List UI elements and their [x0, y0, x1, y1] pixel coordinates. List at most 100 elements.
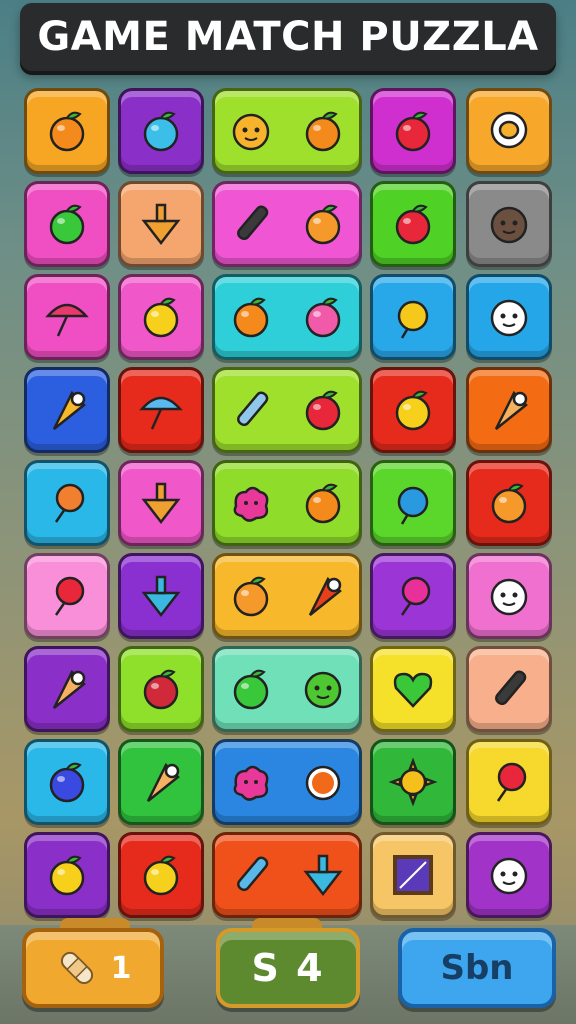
- blue-fruit-icon: [143, 111, 179, 152]
- ice-cream-cone-icon: [52, 669, 86, 709]
- paint-brush-icon: [495, 670, 527, 706]
- panda-face-icon: [490, 857, 528, 895]
- green-apple-icon: [233, 669, 269, 710]
- board-tile[interactable]: [24, 460, 110, 546]
- spray-can-icon: [237, 391, 269, 427]
- board-tile[interactable]: [118, 646, 204, 732]
- board-tile[interactable]: [118, 274, 204, 360]
- orange-lollipop-icon: [54, 483, 85, 523]
- spinning-top-icon: [141, 203, 181, 246]
- board-tile[interactable]: [212, 88, 362, 174]
- board-tile[interactable]: [370, 274, 456, 360]
- pink-lollipop-icon: [400, 576, 431, 616]
- board-tile[interactable]: [370, 88, 456, 174]
- board-tile[interactable]: [118, 460, 204, 546]
- smiley-blob-icon: [232, 113, 270, 151]
- spinning-top-icon: [141, 482, 181, 525]
- board-tile[interactable]: [466, 646, 552, 732]
- yellow-mango-icon: [143, 855, 179, 896]
- yellow-apple-icon: [143, 297, 179, 338]
- yellow-candy-icon: [397, 300, 429, 339]
- board-tile[interactable]: [370, 367, 456, 453]
- pink-apple-icon: [305, 297, 341, 338]
- syringe-icon: [237, 856, 269, 892]
- board-tile[interactable]: [370, 181, 456, 267]
- paint-brush-icon: [237, 205, 269, 241]
- sun-icon: [388, 757, 438, 807]
- game-board: [0, 0, 576, 1024]
- board-tile[interactable]: [212, 832, 362, 918]
- board-tile[interactable]: [212, 646, 362, 732]
- board-tile[interactable]: [370, 832, 456, 918]
- mango-icon: [491, 483, 527, 524]
- red-carrot-icon: [308, 576, 342, 616]
- board-tile[interactable]: [212, 460, 362, 546]
- score-button[interactable]: S 4: [216, 928, 360, 1008]
- board-tile[interactable]: [212, 553, 362, 639]
- board-tile[interactable]: [118, 832, 204, 918]
- board-tile[interactable]: [466, 181, 552, 267]
- board-tile[interactable]: [24, 739, 110, 825]
- pink-blob-icon: [233, 765, 269, 801]
- board-tile[interactable]: [118, 739, 204, 825]
- board-tile[interactable]: [466, 553, 552, 639]
- board-tile[interactable]: [466, 739, 552, 825]
- board-tile[interactable]: [118, 367, 204, 453]
- spin-label: Sbn: [440, 948, 514, 988]
- pink-blob-icon: [233, 486, 269, 522]
- board-tile[interactable]: [466, 460, 552, 546]
- panda-face-icon: [490, 299, 528, 337]
- board-tile[interactable]: [118, 181, 204, 267]
- bandage-icon: [60, 951, 93, 985]
- ice-cream-icon: [494, 390, 528, 430]
- red-lollipop-icon: [496, 762, 527, 802]
- blue-top-icon: [141, 575, 181, 618]
- red-apple-icon: [305, 390, 341, 431]
- board-tile[interactable]: [466, 367, 552, 453]
- board-tile[interactable]: [466, 832, 552, 918]
- yellow-apple-icon: [49, 855, 85, 896]
- egg-speech-icon: [490, 111, 528, 149]
- board-tile[interactable]: [212, 181, 362, 267]
- board-tile[interactable]: [24, 553, 110, 639]
- orange-icon: [305, 483, 341, 524]
- board-tile[interactable]: [466, 274, 552, 360]
- green-apple-icon: [49, 204, 85, 245]
- board-tile[interactable]: [370, 553, 456, 639]
- board-tile[interactable]: [24, 181, 110, 267]
- spin-button[interactable]: Sbn: [398, 928, 556, 1008]
- carrot-icon: [52, 390, 86, 430]
- board-tile[interactable]: [24, 832, 110, 918]
- mango-icon: [305, 204, 341, 245]
- board-tile[interactable]: [24, 274, 110, 360]
- strawberry-icon: [143, 669, 179, 710]
- board-tile[interactable]: [370, 646, 456, 732]
- blue-apple-icon: [49, 762, 85, 803]
- orange-icon: [233, 297, 269, 338]
- board-tile[interactable]: [24, 367, 110, 453]
- board-tile[interactable]: [118, 88, 204, 174]
- red-apple-icon: [395, 111, 431, 152]
- yellow-apple-icon: [395, 390, 431, 431]
- board-tile[interactable]: [370, 460, 456, 546]
- board-tile[interactable]: [118, 553, 204, 639]
- stone-face-icon: [490, 206, 528, 244]
- board-tile[interactable]: [212, 739, 362, 825]
- panda-face-icon: [490, 578, 528, 616]
- board-tile[interactable]: [24, 88, 110, 174]
- red-apple-icon: [395, 204, 431, 245]
- board-tile[interactable]: [212, 274, 362, 360]
- green-face-icon: [304, 671, 342, 709]
- ice-cream-icon: [146, 762, 180, 802]
- powerup-button[interactable]: 1: [22, 928, 164, 1008]
- powerup-count: 1: [110, 950, 132, 986]
- blue-potion-icon: [397, 486, 429, 525]
- board-tile[interactable]: [212, 367, 362, 453]
- board-tile[interactable]: [466, 88, 552, 174]
- umbrella-icon: [45, 303, 89, 337]
- mango-icon: [233, 576, 269, 617]
- umbrella-blue-icon: [139, 396, 183, 430]
- board-tile[interactable]: [24, 646, 110, 732]
- orange-icon: [49, 111, 85, 152]
- board-tile[interactable]: [370, 739, 456, 825]
